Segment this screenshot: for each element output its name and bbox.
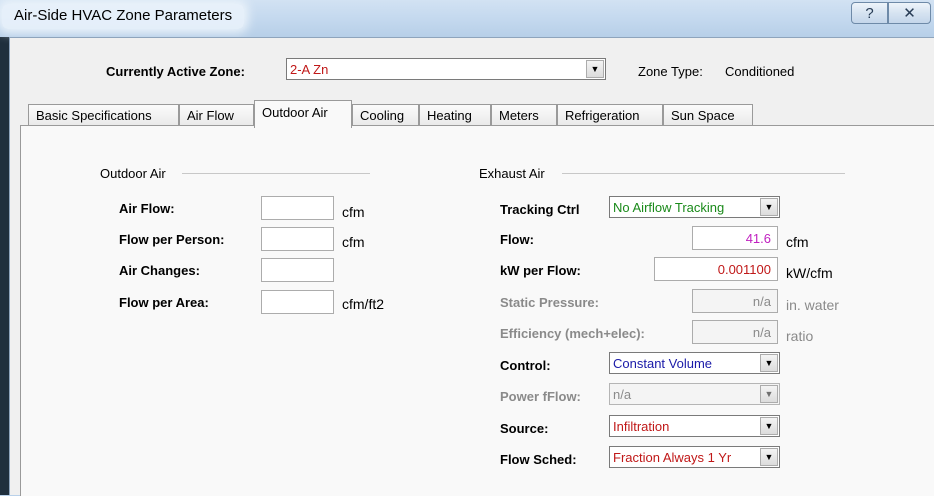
static-pressure-label: Static Pressure: (500, 295, 599, 310)
chevron-down-icon: ▼ (760, 385, 778, 403)
air-flow-label: Air Flow: (119, 201, 175, 216)
flow-per-person-input[interactable] (261, 227, 334, 251)
exhaust-flow-label: Flow: (500, 232, 534, 247)
tab-sun-space[interactable]: Sun Space (663, 104, 753, 127)
air-flow-unit: cfm (342, 204, 365, 220)
air-changes-input[interactable] (261, 258, 334, 282)
tab-basic-specifications[interactable]: Basic Specifications (28, 104, 179, 127)
flow-per-area-input[interactable] (261, 290, 334, 314)
flow-sched-select[interactable]: Fraction Always 1 Yr ▼ (609, 446, 780, 468)
air-flow-input[interactable] (261, 196, 334, 220)
tab-air-flow[interactable]: Air Flow (179, 104, 254, 127)
chevron-down-icon[interactable]: ▼ (760, 198, 778, 216)
efficiency-input: n/a (692, 320, 778, 344)
efficiency-label: Efficiency (mech+elec): (500, 326, 645, 341)
outdoor-air-divider (182, 173, 370, 174)
chevron-down-icon[interactable]: ▼ (586, 60, 604, 78)
exhaust-air-divider (562, 173, 845, 174)
tab-cooling[interactable]: Cooling (352, 104, 419, 127)
tab-outdoor-air[interactable]: Outdoor Air (254, 100, 352, 128)
dialog-title: Air-Side HVAC Zone Parameters (2, 4, 245, 29)
exhaust-flow-input[interactable]: 41.6 (692, 226, 778, 250)
power-fflow-label: Power fFlow: (500, 389, 581, 404)
control-select[interactable]: Constant Volume ▼ (609, 352, 780, 374)
flow-per-person-unit: cfm (342, 234, 365, 250)
exhaust-air-heading: Exhaust Air (479, 166, 545, 181)
tab-refrigeration[interactable]: Refrigeration (557, 104, 663, 127)
active-zone-value: 2-A Zn (290, 61, 329, 77)
active-zone-select[interactable]: 2-A Zn ▼ (286, 58, 606, 80)
tracking-ctrl-label: Tracking Ctrl (500, 202, 580, 217)
close-button[interactable]: ✕ (888, 2, 931, 24)
zone-type-label: Zone Type: (638, 64, 703, 79)
flow-per-area-label: Flow per Area: (119, 295, 209, 310)
flow-sched-value: Fraction Always 1 Yr (613, 449, 732, 465)
tracking-ctrl-select[interactable]: No Airflow Tracking ▼ (609, 196, 780, 218)
chevron-down-icon[interactable]: ▼ (760, 354, 778, 372)
dialog-client-area: Currently Active Zone: 2-A Zn ▼ Zone Typ… (9, 37, 934, 496)
source-value: Infiltration (613, 418, 670, 434)
zone-type-value: Conditioned (725, 64, 795, 79)
dialog-titlebar[interactable]: Air-Side HVAC Zone Parameters ? ✕ (0, 0, 934, 37)
flow-per-person-label: Flow per Person: (119, 232, 225, 247)
tracking-ctrl-value: No Airflow Tracking (613, 199, 725, 215)
outdoor-air-heading: Outdoor Air (100, 166, 166, 181)
control-value: Constant Volume (613, 355, 713, 371)
efficiency-unit: ratio (786, 328, 814, 344)
chevron-down-icon[interactable]: ▼ (760, 417, 778, 435)
static-pressure-input: n/a (692, 289, 778, 313)
air-changes-label: Air Changes: (119, 263, 200, 278)
source-label: Source: (500, 421, 549, 436)
static-pressure-unit: in. water (786, 297, 839, 313)
power-fflow-value: n/a (613, 386, 632, 402)
tab-meters[interactable]: Meters (491, 104, 557, 127)
help-button[interactable]: ? (851, 2, 888, 24)
active-zone-label: Currently Active Zone: (106, 64, 245, 79)
help-icon: ? (865, 4, 874, 22)
source-select[interactable]: Infiltration ▼ (609, 415, 780, 437)
power-fflow-select: n/a ▼ (609, 383, 780, 405)
kw-per-flow-unit: kW/cfm (786, 265, 833, 281)
flow-per-area-unit: cfm/ft2 (342, 296, 385, 312)
kw-per-flow-input[interactable]: 0.001100 (654, 257, 778, 281)
kw-per-flow-label: kW per Flow: (500, 263, 581, 278)
chevron-down-icon[interactable]: ▼ (760, 448, 778, 466)
exhaust-flow-unit: cfm (786, 234, 809, 250)
tab-heating[interactable]: Heating (419, 104, 491, 127)
flow-sched-label: Flow Sched: (500, 452, 577, 467)
control-label: Control: (500, 358, 551, 373)
close-icon: ✕ (903, 5, 916, 22)
